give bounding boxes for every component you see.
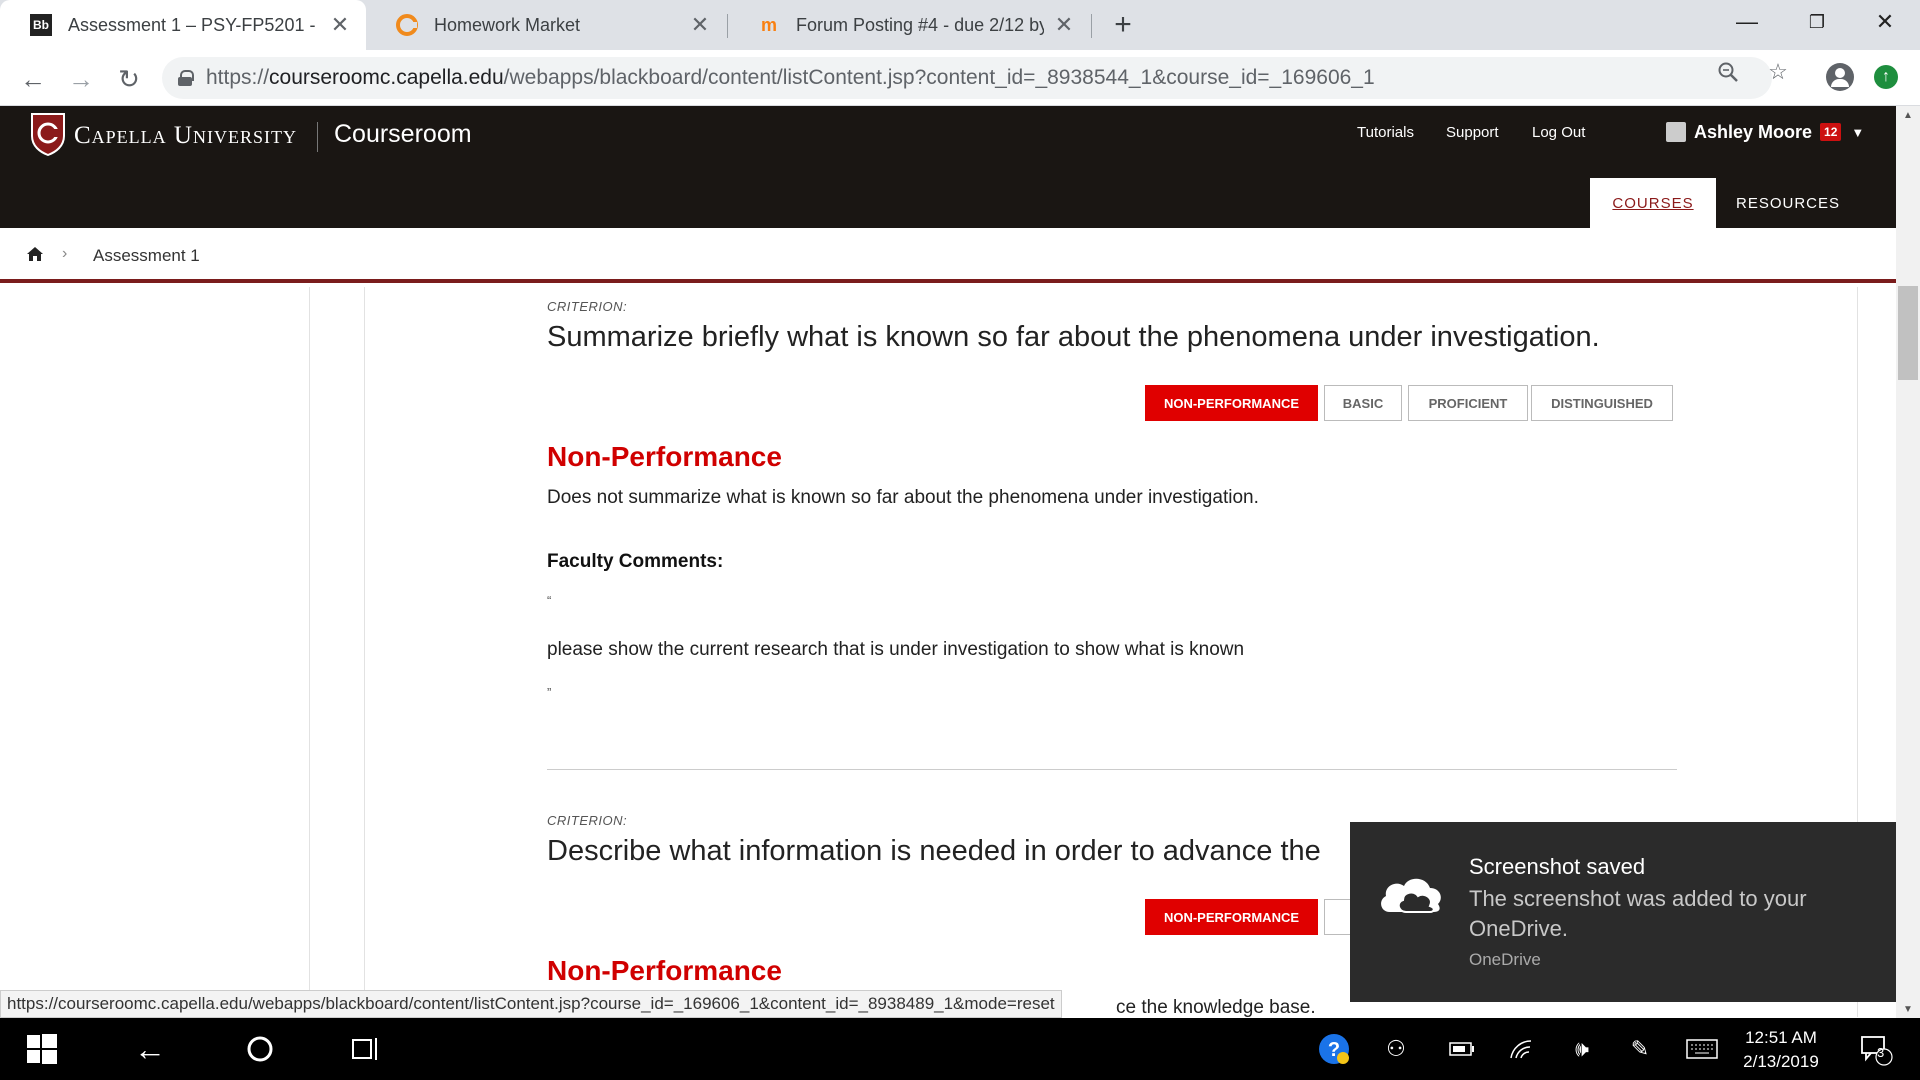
performance-description-partial: ce the knowledge base.: [1116, 997, 1316, 1018]
nav-resources[interactable]: RESOURCES: [1716, 178, 1860, 228]
tab-divider: [1091, 14, 1092, 38]
clock-time: 12:51 AM: [1745, 1028, 1817, 1047]
tab-homework-market[interactable]: Homework Market ✕: [366, 0, 726, 50]
homework-market-icon: [396, 14, 418, 36]
page-scrollbar[interactable]: ▲ ▼: [1896, 106, 1920, 1018]
tutorials-link[interactable]: Tutorials: [1357, 124, 1414, 141]
level-non-performance-button[interactable]: NON-PERFORMANCE: [1145, 385, 1318, 421]
lock-icon: [178, 70, 194, 86]
profile-icon[interactable]: [1826, 63, 1854, 91]
tab-assessment[interactable]: Bb Assessment 1 – PSY-FP5201 - Wi ✕: [0, 0, 366, 50]
level-distinguished-button[interactable]: DISTINGUISHED: [1531, 385, 1673, 421]
back-arrow-icon[interactable]: ←: [126, 1018, 174, 1080]
sidebar-divider: [309, 287, 310, 1017]
nav-courses[interactable]: COURSES: [1590, 178, 1716, 228]
url-text[interactable]: https://courseroomc.capella.edu/webapps/…: [206, 66, 1375, 90]
close-tab-icon[interactable]: ✕: [688, 12, 712, 37]
update-icon[interactable]: ↑: [1874, 65, 1898, 89]
windows-taskbar: ← ? ⚇ 🕪 ✎ 12:51 AM 2/13/2019 3: [0, 1018, 1920, 1080]
open-quote: “: [547, 593, 552, 608]
faculty-comments-label: Faculty Comments:: [547, 551, 724, 572]
task-view-icon[interactable]: [342, 1018, 390, 1080]
people-icon[interactable]: ⚇: [1378, 1018, 1414, 1080]
volume-icon[interactable]: 🕪: [1564, 1018, 1600, 1080]
onedrive-notification[interactable]: Screenshot saved The screenshot was adde…: [1350, 822, 1896, 1002]
tab-forum-posting[interactable]: m Forum Posting #4 - due 2/12 by ✕: [728, 0, 1090, 50]
taskbar-clock[interactable]: 12:51 AM 2/13/2019: [1728, 1026, 1834, 1074]
scrollbar-thumb[interactable]: [1898, 286, 1918, 380]
action-center-count: 3: [1877, 1045, 1885, 1060]
criterion-label: CRITERION:: [547, 299, 628, 314]
product-name: Courseroom: [334, 120, 472, 148]
windows-start-icon[interactable]: [20, 1018, 64, 1080]
close-quote: ”: [547, 685, 552, 700]
minimize-icon[interactable]: —: [1712, 0, 1782, 44]
onedrive-cloud-icon: [1381, 878, 1441, 913]
action-center-icon[interactable]: 3: [1856, 1018, 1896, 1080]
zoom-icon[interactable]: [1716, 60, 1740, 84]
url-path: /webapps/blackboard/content/listContent.…: [503, 66, 1375, 89]
level-proficient-button[interactable]: PROFICIENT: [1408, 385, 1528, 421]
notification-badge: 12: [1820, 123, 1842, 141]
faculty-comment: please show the current research that is…: [547, 639, 1245, 660]
breadcrumb: › Assessment 1: [0, 228, 1896, 283]
bookmark-star-icon[interactable]: ☆: [1766, 59, 1790, 84]
wifi-icon[interactable]: [1504, 1018, 1540, 1080]
reload-icon[interactable]: ↻: [112, 62, 146, 96]
keyboard-icon[interactable]: [1682, 1018, 1722, 1080]
toast-source: OneDrive: [1469, 950, 1541, 969]
browser-tab-strip: Bb Assessment 1 – PSY-FP5201 - Wi ✕ Home…: [0, 0, 1920, 50]
capella-shield-logo: [31, 113, 65, 156]
brand-divider: [317, 122, 318, 152]
battery-icon[interactable]: [1446, 1018, 1478, 1080]
support-link[interactable]: Support: [1446, 124, 1499, 141]
performance-title: Non-Performance: [547, 955, 782, 986]
content-border-left: [364, 287, 365, 1017]
close-tab-icon[interactable]: ✕: [328, 12, 352, 37]
pen-icon[interactable]: ✎: [1622, 1018, 1658, 1080]
restore-icon[interactable]: ❐: [1782, 0, 1852, 44]
user-menu[interactable]: Ashley Moore 12 ▼: [1666, 118, 1864, 146]
scroll-up-icon[interactable]: ▲: [1896, 106, 1920, 124]
clock-date: 2/13/2019: [1743, 1052, 1819, 1071]
level-non-performance-button[interactable]: NON-PERFORMANCE: [1145, 899, 1318, 935]
criterion-divider: [547, 769, 1677, 770]
criterion-title: Summarize briefly what is known so far a…: [547, 321, 1600, 353]
moodle-icon: m: [760, 14, 777, 35]
chevron-right-icon: ›: [62, 245, 68, 262]
level-basic-button[interactable]: BASIC: [1324, 385, 1402, 421]
toast-title: Screenshot saved: [1469, 854, 1646, 879]
home-icon[interactable]: [26, 246, 44, 262]
status-url-bubble: https://courseroomc.capella.edu/webapps/…: [0, 990, 1062, 1018]
tab-title: Homework Market: [434, 14, 581, 35]
url-scheme: https://: [206, 66, 270, 89]
toast-body: The screenshot was added to your OneDriv…: [1469, 886, 1807, 941]
address-bar[interactable]: https://courseroomc.capella.edu/webapps/…: [162, 57, 1772, 99]
new-tab-button[interactable]: +: [1106, 8, 1140, 42]
site-header: Capella University Courseroom Tutorials …: [0, 106, 1896, 228]
forward-icon[interactable]: →: [64, 62, 98, 96]
performance-title: Non-Performance: [547, 441, 782, 472]
close-window-icon[interactable]: ✕: [1850, 0, 1920, 44]
performance-description: Does not summarize what is known so far …: [547, 487, 1259, 508]
breadcrumb-current[interactable]: Assessment 1: [93, 246, 200, 266]
tab-title: Assessment 1 – PSY-FP5201 - Wi: [68, 14, 320, 35]
chevron-down-icon: ▼: [1851, 124, 1865, 140]
brand-name[interactable]: Capella University: [74, 122, 297, 150]
criterion-label: CRITERION:: [547, 813, 628, 828]
back-icon[interactable]: ←: [16, 62, 50, 96]
url-host: courseroomc.capella.edu: [269, 66, 504, 89]
cortana-icon[interactable]: [236, 1018, 284, 1080]
scroll-down-icon[interactable]: ▼: [1896, 1000, 1920, 1018]
blackboard-favicon: Bb: [30, 14, 52, 36]
tab-title: Forum Posting #4 - due 2/12 by: [796, 14, 1044, 35]
user-name: Ashley Moore: [1694, 121, 1813, 142]
avatar: [1666, 122, 1686, 142]
browser-toolbar: ← → ↻ https://courseroomc.capella.edu/we…: [0, 50, 1920, 106]
help-icon[interactable]: ?: [1314, 1018, 1354, 1080]
criterion-title: Describe what information is needed in o…: [547, 835, 1321, 867]
close-tab-icon[interactable]: ✕: [1052, 12, 1076, 37]
logout-link[interactable]: Log Out: [1532, 124, 1585, 141]
